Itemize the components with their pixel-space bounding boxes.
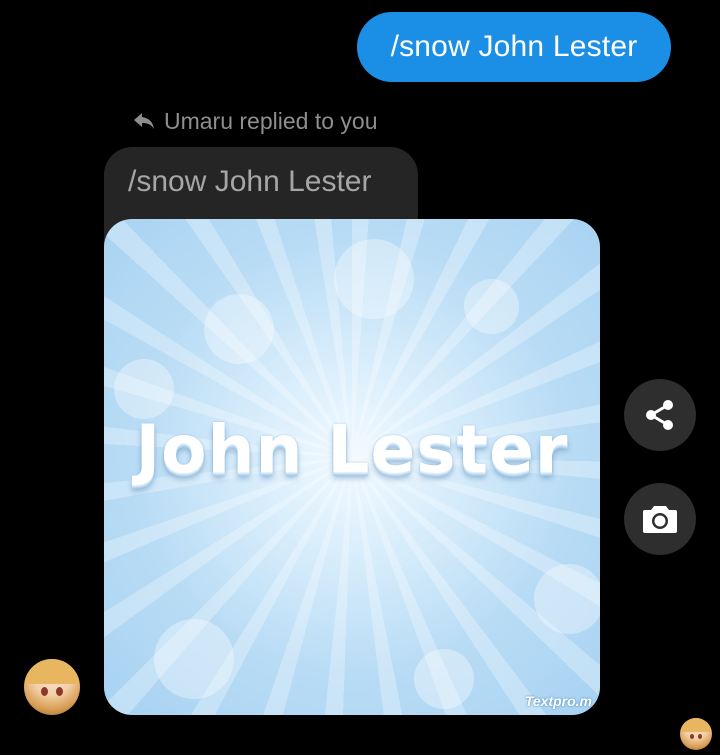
reply-indicator-text: Umaru replied to you (164, 107, 378, 134)
share-button[interactable] (624, 379, 696, 451)
avatar-hair (24, 659, 80, 685)
snow-text-image[interactable]: John Lester Textpro.m (104, 219, 600, 715)
bokeh-circle (534, 564, 600, 634)
avatar-eye (698, 734, 702, 739)
bokeh-circle (334, 239, 414, 319)
snow-text: John Lester (135, 411, 569, 488)
camera-icon (643, 506, 677, 533)
sender-avatar[interactable] (24, 659, 80, 715)
share-icon (646, 400, 673, 430)
sent-message-bubble[interactable]: /snow John Lester (357, 12, 671, 82)
bokeh-circle (204, 294, 274, 364)
reply-indicator: Umaru replied to you (132, 106, 378, 136)
bokeh-circle (414, 649, 474, 709)
image-watermark: Textpro.m (524, 693, 592, 709)
bokeh-circle (154, 619, 234, 699)
camera-button[interactable] (624, 483, 696, 555)
read-receipt-avatar (680, 718, 712, 750)
avatar-eye (690, 734, 694, 739)
bokeh-circle (114, 359, 174, 419)
avatar-eye (41, 687, 48, 696)
bokeh-circle (464, 279, 519, 334)
avatar-hair (680, 718, 712, 733)
sent-message-text: /snow John Lester (390, 30, 638, 63)
reply-arrow-icon (134, 113, 154, 129)
quoted-message-text: /snow John Lester (128, 165, 372, 198)
avatar-eye (56, 687, 63, 696)
